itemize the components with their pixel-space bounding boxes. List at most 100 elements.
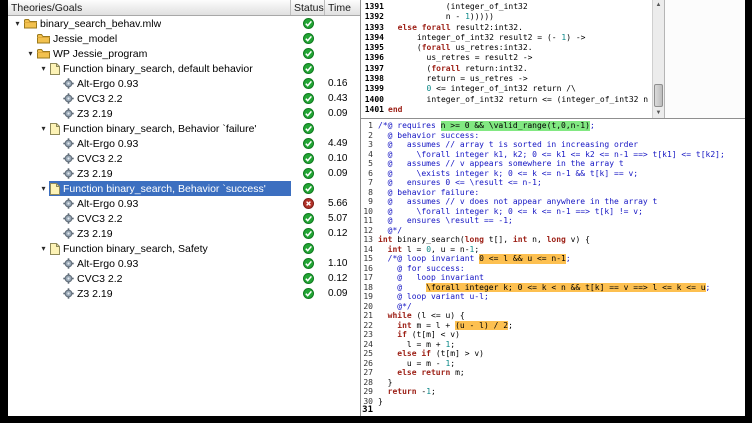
selected-goal[interactable]: Function binary_search, Behavior `succes… <box>49 181 291 196</box>
prover-icon <box>63 78 74 89</box>
tree-row[interactable]: ▾WP Jessie_program <box>8 46 360 61</box>
goal[interactable]: Function binary_search, default behavior <box>49 61 291 76</box>
tree-row[interactable]: Jessie_model <box>8 31 360 46</box>
tree-row[interactable]: Alt-Ergo 0.930.16 <box>8 76 360 91</box>
folder-icon <box>24 18 37 29</box>
code-seg: @ \forall integer k; 0 <= k <= n-1 ==> t… <box>378 207 643 217</box>
code-seg: <= integer_of_int32 return /\ <box>431 84 576 94</box>
goal[interactable]: Alt-Ergo 0.93 <box>62 256 291 271</box>
scroll-down-icon[interactable]: ▼ <box>653 108 664 118</box>
code-line: 26 u = m - 1; <box>361 359 745 369</box>
code-seg: ; <box>450 340 455 350</box>
goal[interactable]: CVC3 2.2 <box>62 91 291 106</box>
goal-label: Z3 2.19 <box>77 228 113 240</box>
tree-row[interactable]: Z3 2.190.09 <box>8 106 360 121</box>
expander-icon[interactable]: ▾ <box>25 46 36 61</box>
goal[interactable]: Z3 2.19 <box>62 286 291 301</box>
goal[interactable]: Z3 2.19 <box>62 166 291 181</box>
tree-row[interactable]: Z3 2.190.09 <box>8 286 360 301</box>
tree-row[interactable]: Alt-Ergo 0.934.49 <box>8 136 360 151</box>
expander-icon[interactable]: ▾ <box>12 16 23 31</box>
line-number: 23 <box>361 330 378 340</box>
expander-icon[interactable]: ▾ <box>38 181 49 196</box>
goal[interactable]: Z3 2.19 <box>62 106 291 121</box>
tree-row[interactable]: CVC3 2.20.43 <box>8 91 360 106</box>
tree-row[interactable]: Alt-Ergo 0.931.10 <box>8 256 360 271</box>
tree-row[interactable]: ▾Function binary_search, Behavior `failu… <box>8 121 360 136</box>
goal[interactable]: CVC3 2.2 <box>62 211 291 226</box>
scroll-up-icon[interactable]: ▲ <box>653 0 664 10</box>
line-number: 19 <box>361 292 378 302</box>
code-line: 1399 0 <= integer_of_int32 return /\ <box>361 84 652 94</box>
code-seg: /*@ requires <box>378 121 441 131</box>
task-scrollbar[interactable]: ▲ ▼ <box>652 0 664 118</box>
code-seg: @*/ <box>378 226 402 236</box>
status-valid-icon <box>303 243 314 254</box>
tree-row[interactable]: CVC3 2.20.10 <box>8 151 360 166</box>
goal[interactable]: CVC3 2.2 <box>62 151 291 166</box>
prover-icon <box>63 108 74 119</box>
expander-icon[interactable]: ▾ <box>38 61 49 76</box>
source-view-panel[interactable]: 1/*@ requires n >= 0 && \valid_range(t,0… <box>361 119 745 416</box>
code-line: 28 } <box>361 378 745 388</box>
column-header-status[interactable]: Status <box>291 0 325 15</box>
task-row: 1391 (integer_of_int321392 n - 1)))))139… <box>361 0 745 119</box>
indent <box>8 151 51 166</box>
prover-time: 5.66 <box>325 196 360 211</box>
right-area: 1391 (integer_of_int321392 n - 1)))))139… <box>361 0 745 416</box>
code-seg: int <box>397 321 411 331</box>
goal[interactable]: Alt-Ergo 0.93 <box>62 196 291 211</box>
tree-row[interactable]: Z3 2.190.09 <box>8 166 360 181</box>
column-header-theories-goals[interactable]: Theories/Goals <box>8 0 291 15</box>
status-valid-icon <box>303 123 314 134</box>
goal-cell: Z3 2.19 <box>8 226 291 241</box>
code-seg <box>378 330 397 340</box>
tree-row[interactable]: CVC3 2.20.12 <box>8 271 360 286</box>
code-line: 8 @ behavior failure: <box>361 188 745 198</box>
line-number: 13 <box>361 235 378 245</box>
goal-cell: ▾WP Jessie_program <box>8 46 291 61</box>
line-number: 27 <box>361 368 378 378</box>
goal[interactable]: Alt-Ergo 0.93 <box>62 76 291 91</box>
tree-row[interactable]: ▾Function binary_search, Safety <box>8 241 360 256</box>
tree-row[interactable]: ▾binary_search_behav.mlw <box>8 16 360 31</box>
code-seg: int <box>513 235 527 245</box>
tree-row[interactable]: CVC3 2.25.07 <box>8 211 360 226</box>
goal[interactable]: WP Jessie_program <box>36 46 291 61</box>
code-line: 29 return -1; <box>361 387 745 397</box>
tree-row[interactable]: Z3 2.190.12 <box>8 226 360 241</box>
code-seg: else <box>398 23 417 33</box>
goal[interactable]: Function binary_search, Safety <box>49 241 291 256</box>
indent <box>8 121 38 136</box>
scrollbar-thumb[interactable] <box>654 84 663 107</box>
indent <box>8 196 51 211</box>
code-line: 31 <box>361 406 745 416</box>
goal[interactable]: binary_search_behav.mlw <box>23 16 291 31</box>
code-line: 21 while (l <= u) { <box>361 311 745 321</box>
tree-row[interactable]: ▾Function binary_search, default behavio… <box>8 61 360 76</box>
goal[interactable]: Function binary_search, Behavior `failur… <box>49 121 291 136</box>
goal-cell: Alt-Ergo 0.93 <box>8 136 291 151</box>
expander-icon[interactable]: ▾ <box>38 241 49 256</box>
status-valid-icon <box>303 108 314 119</box>
tree-row[interactable]: ▾Function binary_search, Behavior `succe… <box>8 181 360 196</box>
indent <box>8 226 51 241</box>
code-seg: integer_of_int32 result2 = (- <box>388 33 561 43</box>
code-line: 20 @*/ <box>361 302 745 312</box>
goal[interactable]: Z3 2.19 <box>62 226 291 241</box>
status-valid-icon <box>303 63 314 74</box>
column-header-time[interactable]: Time <box>325 0 360 15</box>
goal-cell: ▾Function binary_search, Behavior `succe… <box>8 181 291 196</box>
indent <box>8 136 51 151</box>
code-seg: v) { <box>566 235 590 245</box>
expander-spacer <box>51 151 62 166</box>
goal[interactable]: Alt-Ergo 0.93 <box>62 136 291 151</box>
goal[interactable]: CVC3 2.2 <box>62 271 291 286</box>
task-view-panel[interactable]: 1391 (integer_of_int321392 n - 1)))))139… <box>361 0 665 118</box>
code-seg: @ behavior failure: <box>378 188 479 198</box>
expander-icon[interactable]: ▾ <box>38 121 49 136</box>
goal[interactable]: Jessie_model <box>36 31 291 46</box>
tree-row[interactable]: Alt-Ergo 0.93 5.66 <box>8 196 360 211</box>
prover-time <box>325 61 360 76</box>
goal-cell: ▾Function binary_search, Safety <box>8 241 291 256</box>
